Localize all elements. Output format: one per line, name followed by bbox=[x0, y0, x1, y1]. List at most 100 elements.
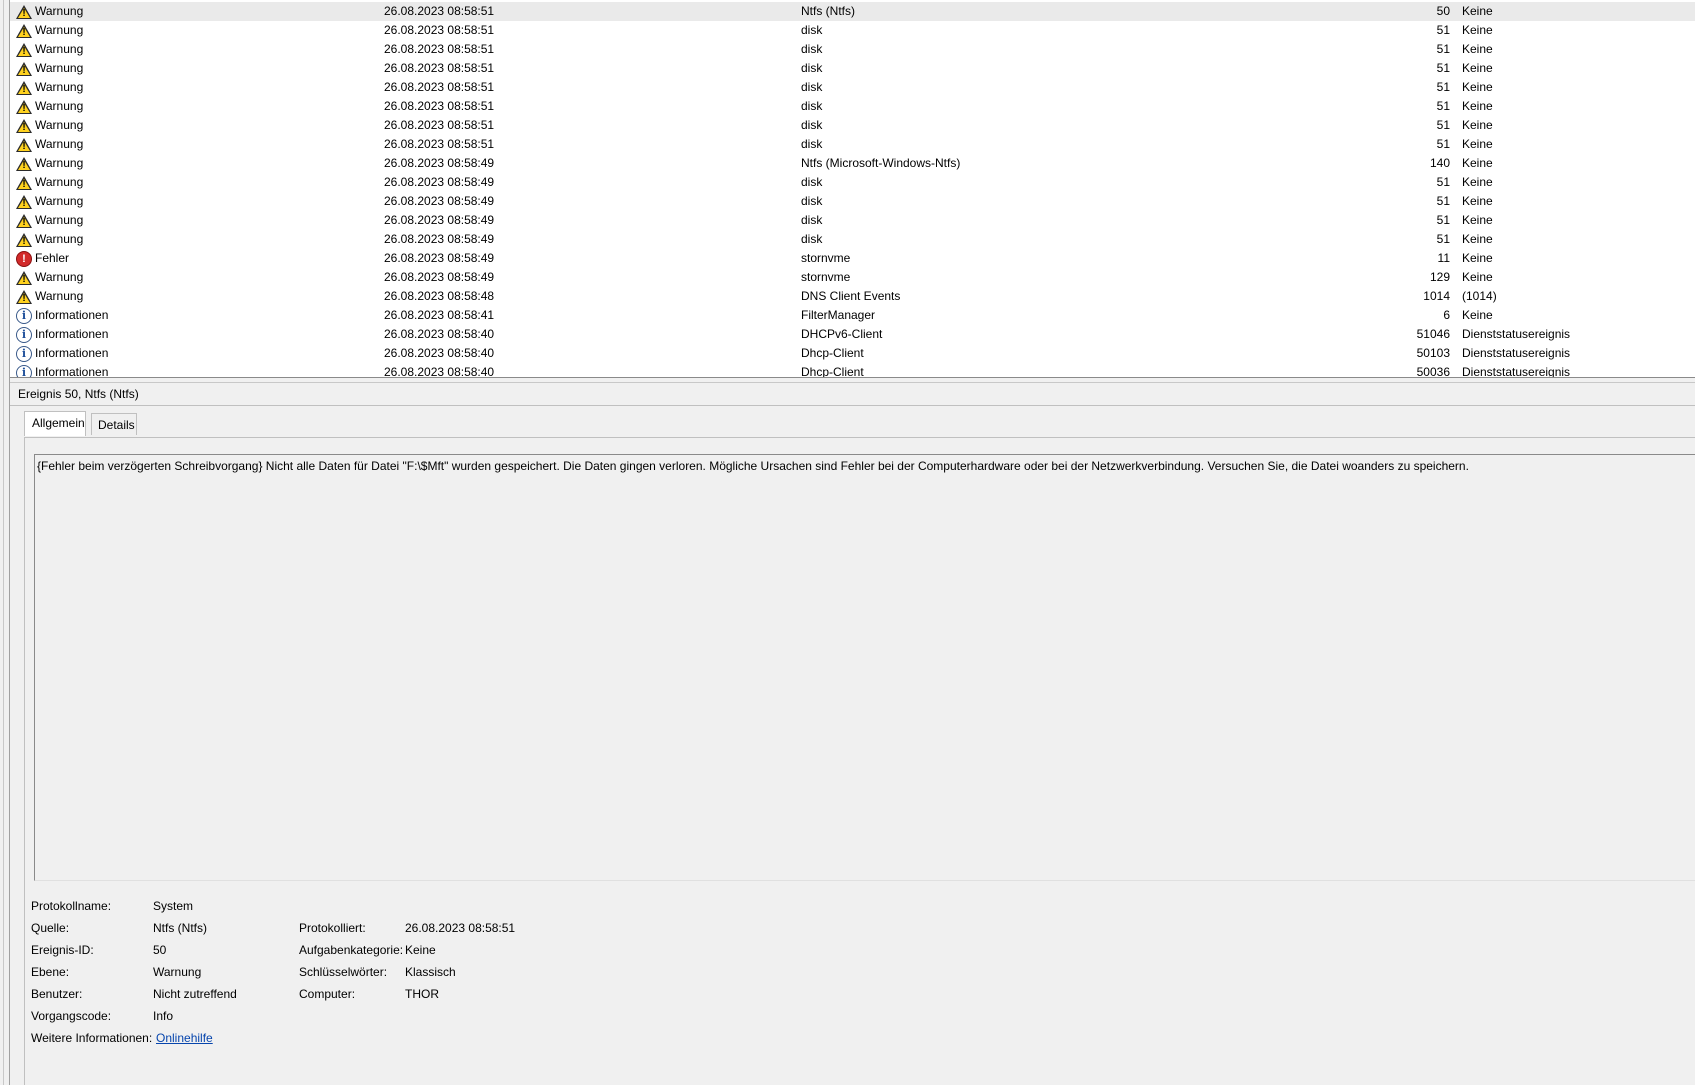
event-level-cell: Informationen bbox=[16, 325, 108, 344]
opcode-label: Vorgangscode: bbox=[31, 1009, 112, 1023]
logged-value: 26.08.2023 08:58:51 bbox=[405, 921, 516, 935]
event-source: disk bbox=[801, 42, 823, 56]
event-row[interactable]: Warnung 26.08.2023 08:58:49 disk 51 Keine bbox=[10, 211, 1695, 230]
event-level-text: Warnung bbox=[35, 194, 84, 208]
event-date: 26.08.2023 08:58:48 bbox=[384, 289, 495, 303]
event-date: 26.08.2023 08:58:51 bbox=[384, 4, 495, 18]
event-level-cell: Informationen bbox=[16, 306, 108, 325]
event-row[interactable]: Informationen 26.08.2023 08:58:40 Dhcp-Cli… bbox=[10, 363, 1695, 378]
event-level-text: Fehler bbox=[35, 251, 70, 265]
warning-icon bbox=[16, 270, 32, 286]
keywords-label: Schlüsselwörter: bbox=[299, 965, 388, 979]
event-source: disk bbox=[801, 194, 823, 208]
event-row[interactable]: Warnung 26.08.2023 08:58:49 Ntfs (Microsof… bbox=[10, 154, 1695, 173]
keywords-value: Klassisch bbox=[405, 965, 456, 979]
online-help-link[interactable]: Onlinehilfe bbox=[156, 1030, 213, 1046]
event-level-text: Warnung bbox=[35, 61, 84, 75]
event-date: 26.08.2023 08:58:49 bbox=[384, 213, 495, 227]
event-row[interactable]: Warnung 26.08.2023 08:58:48 DNS Client Eve… bbox=[10, 287, 1695, 306]
event-id-value: 50 bbox=[153, 943, 167, 957]
event-row[interactable]: Warnung 26.08.2023 08:58:49 stornvme 129 Kei… bbox=[10, 268, 1695, 287]
event-date: 26.08.2023 08:58:49 bbox=[384, 156, 495, 170]
event-description-box[interactable]: {Fehler beim verzögerten Schreibvorgang}… bbox=[34, 454, 1695, 881]
event-date: 26.08.2023 08:58:49 bbox=[384, 175, 495, 189]
event-row[interactable]: Warnung 26.08.2023 08:58:51 disk 51 Keine bbox=[10, 116, 1695, 135]
event-source: disk bbox=[801, 137, 823, 151]
event-row[interactable]: Warnung 26.08.2023 08:58:51 disk 51 Keine bbox=[10, 40, 1695, 59]
event-task-category: Keine bbox=[1462, 118, 1493, 132]
opcode-value: Info bbox=[153, 1009, 174, 1023]
event-id: 51 bbox=[1436, 118, 1450, 132]
event-id: 51 bbox=[1436, 23, 1450, 37]
event-level-cell: Warnung bbox=[16, 78, 83, 97]
event-row[interactable]: Warnung 26.08.2023 08:58:49 disk 51 Keine bbox=[10, 192, 1695, 211]
event-description: {Fehler beim verzögerten Schreibvorgang}… bbox=[37, 459, 1469, 473]
event-level-text: Warnung bbox=[35, 42, 84, 56]
event-task-category: Keine bbox=[1462, 80, 1493, 94]
event-level-text: Warnung bbox=[35, 213, 84, 227]
event-level-cell: Informationen bbox=[16, 363, 108, 377]
event-level-cell: Warnung bbox=[16, 211, 83, 230]
event-id: 6 bbox=[1443, 308, 1450, 322]
event-id: 50103 bbox=[1416, 346, 1450, 360]
event-source: disk bbox=[801, 232, 823, 246]
event-row[interactable]: Warnung 26.08.2023 08:58:51 disk 51 Keine bbox=[10, 21, 1695, 40]
event-row[interactable]: Warnung 26.08.2023 08:58:51 disk 51 Keine bbox=[10, 97, 1695, 116]
warning-icon bbox=[16, 23, 32, 39]
event-row[interactable]: Warnung 26.08.2023 08:58:51 disk 51 Keine bbox=[10, 78, 1695, 97]
info-icon bbox=[16, 345, 32, 362]
event-row[interactable]: Informationen 26.08.2023 08:58:40 Dhcp-Cli… bbox=[10, 344, 1695, 363]
event-task-category: Keine bbox=[1462, 4, 1493, 18]
event-source: DNS Client Events bbox=[801, 289, 901, 303]
event-level-cell: Warnung bbox=[16, 230, 83, 249]
event-date: 26.08.2023 08:58:40 bbox=[384, 346, 495, 360]
warning-icon bbox=[16, 156, 32, 172]
event-level-text: Warnung bbox=[35, 289, 84, 303]
event-level-text: Warnung bbox=[35, 80, 84, 94]
event-source: disk bbox=[801, 99, 823, 113]
event-id: 11 bbox=[1437, 251, 1450, 265]
error-icon bbox=[16, 250, 32, 267]
warning-icon bbox=[16, 137, 32, 153]
event-level-cell: Warnung bbox=[16, 2, 83, 21]
event-level-cell: Warnung bbox=[16, 135, 83, 154]
log-name-label: Protokollname: bbox=[31, 899, 112, 913]
tab-details[interactable]: Details bbox=[91, 413, 137, 435]
event-level-text: Warnung bbox=[35, 232, 84, 246]
event-row[interactable]: Warnung 26.08.2023 08:58:49 disk 51 Keine bbox=[10, 173, 1695, 192]
event-row[interactable]: Warnung 26.08.2023 08:58:49 disk 51 Keine bbox=[10, 230, 1695, 249]
warning-icon bbox=[16, 213, 32, 229]
warning-icon bbox=[16, 232, 32, 248]
event-id: 51 bbox=[1436, 137, 1450, 151]
event-date: 26.08.2023 08:58:51 bbox=[384, 61, 495, 75]
event-row[interactable]: Informationen 26.08.2023 08:58:40 DHCPv6-C… bbox=[10, 325, 1695, 344]
event-row[interactable]: Informationen 26.08.2023 08:58:41 FilterMa… bbox=[10, 306, 1695, 325]
left-pane-edge[interactable] bbox=[0, 0, 10, 1085]
event-row[interactable]: Warnung 26.08.2023 08:58:51 disk 51 Keine bbox=[10, 59, 1695, 78]
event-date: 26.08.2023 08:58:51 bbox=[384, 42, 495, 56]
event-task-category: Keine bbox=[1462, 175, 1493, 189]
event-row[interactable]: Warnung 26.08.2023 08:58:51 disk 51 Keine bbox=[10, 135, 1695, 154]
event-task-category: Keine bbox=[1462, 23, 1493, 37]
user-label: Benutzer: bbox=[31, 987, 83, 1001]
task-category-label: Aufgabenkategorie: bbox=[299, 943, 404, 957]
event-date: 26.08.2023 08:58:51 bbox=[384, 99, 495, 113]
warning-icon bbox=[16, 289, 32, 305]
event-source: disk bbox=[801, 118, 823, 132]
tab-allgemein[interactable]: Allgemein bbox=[24, 411, 86, 436]
task-category-value: Keine bbox=[405, 943, 436, 957]
event-id: 51 bbox=[1436, 42, 1450, 56]
event-level-text: Warnung bbox=[35, 270, 84, 284]
event-level-text: Warnung bbox=[35, 23, 84, 37]
event-id: 50036 bbox=[1416, 365, 1450, 378]
event-source: disk bbox=[801, 213, 823, 227]
event-task-category: Keine bbox=[1462, 251, 1493, 265]
event-row[interactable]: Warnung 26.08.2023 08:58:51 Ntfs (Ntfs) 50 K… bbox=[10, 2, 1695, 21]
warning-icon bbox=[16, 99, 32, 115]
event-id: 140 bbox=[1429, 156, 1450, 170]
event-level-cell: Warnung bbox=[16, 116, 83, 135]
log-name-value: System bbox=[153, 899, 194, 913]
event-date: 26.08.2023 08:58:49 bbox=[384, 194, 495, 208]
event-level-text: Informationen bbox=[35, 308, 109, 322]
event-row[interactable]: Fehler 26.08.2023 08:58:49 stornvme 11 Keine bbox=[10, 249, 1695, 268]
